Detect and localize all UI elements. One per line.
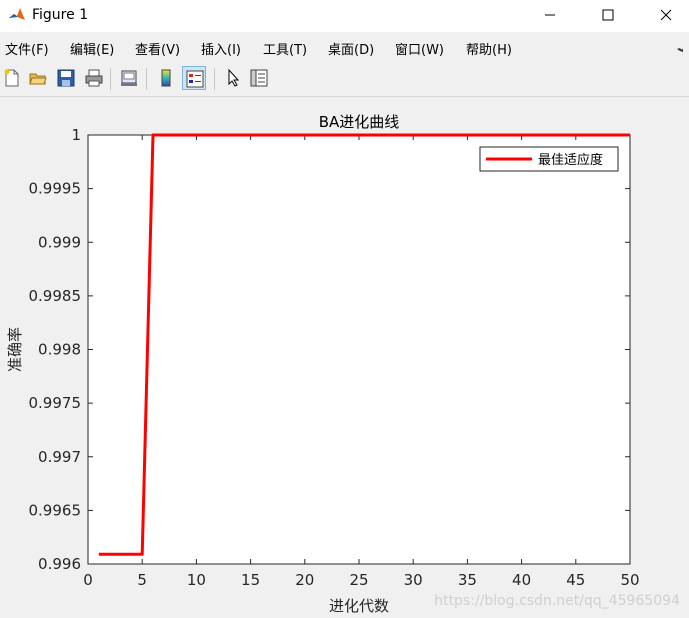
open-file-icon: [29, 73, 47, 85]
figure-canvas: 0 5 10 15 20 25 30 35 40 45 50 0.996 0.9965 0.997 0.99…: [6, 113, 680, 615]
x-tick-label: 5: [137, 571, 147, 589]
maximize-icon: [602, 9, 614, 21]
watermark: https://blog.csdn.net/qq_45965094: [434, 593, 680, 609]
toolbar-separator: [214, 68, 215, 90]
colorbar-icon: [161, 69, 171, 87]
chart-title: BA进化曲线: [319, 113, 400, 131]
y-axis-label: 准确率: [6, 327, 24, 372]
property-inspector-icon: [250, 69, 268, 87]
x-tick-label: 40: [512, 571, 531, 589]
toolbar: [0, 62, 689, 97]
y-tick-label: 0.999: [38, 233, 81, 251]
y-tick-label: 0.996: [38, 555, 81, 573]
save-button[interactable]: [54, 66, 78, 90]
y-tick-label: 1: [71, 126, 81, 144]
legend-button[interactable]: [182, 66, 206, 90]
x-tick-label: 10: [187, 571, 206, 589]
new-figure-button[interactable]: [0, 66, 24, 90]
y-tick-label: 0.9995: [29, 180, 82, 198]
legend[interactable]: 最佳适应度: [479, 146, 619, 172]
axes-box: [87, 134, 631, 565]
menu-window[interactable]: 窗口(W): [395, 39, 444, 58]
menu-file[interactable]: 文件(F): [5, 39, 49, 58]
x-tick-label: 20: [295, 571, 314, 589]
window-title: Figure 1: [32, 7, 89, 23]
dock-arrow-icon[interactable]: [675, 41, 685, 60]
close-icon: [660, 9, 672, 21]
y-tick-label: 0.997: [38, 448, 81, 466]
y-tick-label: 0.9985: [29, 287, 82, 305]
new-figure-icon: [4, 69, 19, 87]
y-tick-label: 0.9975: [29, 394, 82, 412]
x-axis-label: 进化代数: [329, 597, 389, 615]
print-button[interactable]: [82, 66, 106, 90]
property-inspector-button[interactable]: [247, 66, 271, 90]
menu-bar: 文件(F) 编辑(E) 查看(V) 插入(I) 工具(T) 桌面(D) 窗口(W…: [0, 33, 689, 61]
edit-plot-button[interactable]: [221, 66, 245, 90]
close-button[interactable]: [643, 0, 689, 32]
colorbar-button[interactable]: [154, 66, 178, 90]
x-tick-label: 0: [83, 571, 93, 589]
link-plot-button[interactable]: [117, 66, 141, 90]
title-bar: Figure 1: [0, 0, 689, 32]
minimize-icon: [545, 14, 555, 16]
menu-desktop[interactable]: 桌面(D): [328, 39, 374, 58]
menu-edit[interactable]: 编辑(E): [70, 39, 114, 58]
minimize-button[interactable]: [527, 0, 573, 32]
x-tick-label: 45: [566, 571, 585, 589]
maximize-button[interactable]: [585, 0, 631, 32]
menu-tools[interactable]: 工具(T): [263, 39, 307, 58]
menu-view[interactable]: 查看(V): [135, 39, 180, 58]
matlab-logo-icon: [8, 6, 26, 24]
edit-plot-arrow-icon: [228, 69, 240, 87]
legend-label: 最佳适应度: [538, 152, 603, 168]
toolbar-separator: [110, 68, 111, 90]
x-tick-label: 35: [458, 571, 477, 589]
print-icon: [85, 69, 103, 87]
x-tick-label: 25: [349, 571, 368, 589]
x-tick-label: 15: [241, 571, 260, 589]
legend-icon: [186, 70, 204, 88]
save-icon: [57, 69, 75, 87]
x-tick-label: 50: [620, 571, 639, 589]
open-file-button[interactable]: [26, 66, 50, 90]
menu-insert[interactable]: 插入(I): [201, 39, 241, 58]
link-plot-icon: [121, 70, 137, 86]
toolbar-separator: [146, 68, 147, 90]
x-tick-label: 30: [404, 571, 423, 589]
y-tick-label: 0.9965: [29, 501, 82, 519]
y-tick-label: 0.998: [38, 341, 81, 359]
menu-help[interactable]: 帮助(H): [466, 39, 512, 58]
